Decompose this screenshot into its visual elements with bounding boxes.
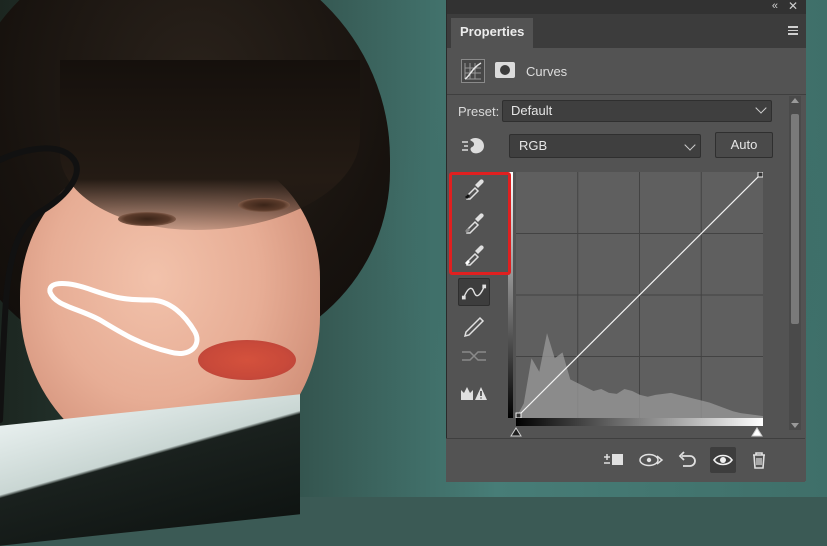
scroll-up-arrow[interactable] (791, 98, 799, 103)
curves-graph[interactable] (508, 172, 763, 418)
channel-dropdown[interactable]: RGB (509, 134, 701, 158)
preset-value: Default (511, 103, 553, 118)
annotation-strokes (0, 145, 200, 423)
input-gradient-bar (516, 418, 763, 426)
white-annotation-stroke (47, 281, 200, 356)
view-previous-state-icon[interactable] (638, 447, 664, 473)
clip-to-layer-icon[interactable] (600, 447, 626, 473)
eyedropper-highlight-box (449, 172, 511, 275)
panel-scrollbar[interactable] (789, 96, 801, 430)
edit-points-curve-icon[interactable] (458, 278, 490, 306)
reset-icon[interactable] (674, 447, 700, 473)
curve-control-point[interactable] (757, 172, 763, 178)
auto-button[interactable]: Auto (715, 132, 773, 158)
preset-dropdown[interactable]: Default (502, 100, 772, 122)
chevron-down-icon (755, 102, 767, 114)
toggle-visibility-icon[interactable] (710, 447, 736, 473)
clipping-warning-icon[interactable] (458, 378, 490, 406)
delete-icon[interactable] (746, 447, 772, 473)
draw-pencil-icon[interactable] (458, 310, 490, 338)
scroll-down-arrow[interactable] (791, 423, 799, 428)
preset-label: Preset: (458, 104, 500, 119)
black-point-slider[interactable] (510, 427, 522, 437)
panel-bottom-bar (446, 438, 805, 482)
chevron-down-icon (684, 139, 696, 151)
white-point-slider[interactable] (751, 427, 763, 437)
smooth-curve-icon[interactable] (458, 342, 490, 370)
scroll-thumb[interactable] (791, 114, 799, 324)
targeted-adjustment-tool-icon[interactable] (460, 136, 488, 156)
channel-value: RGB (519, 138, 548, 153)
